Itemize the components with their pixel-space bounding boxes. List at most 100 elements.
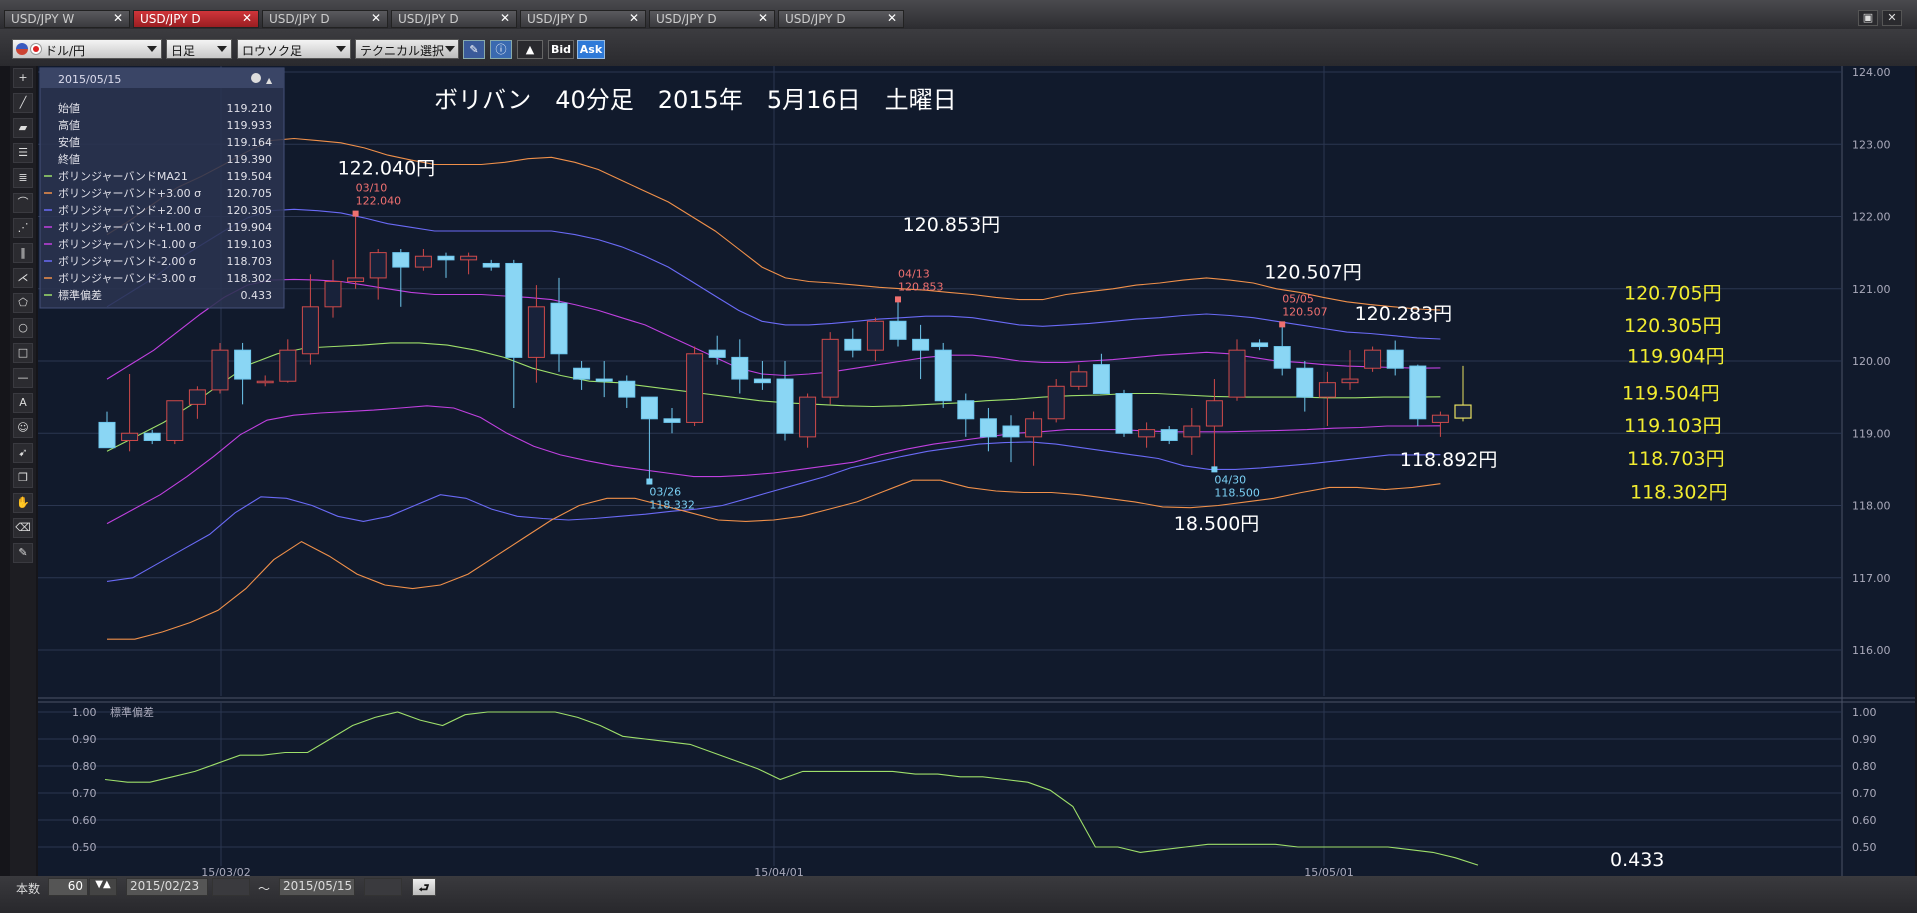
stddev-y-tick-left: 0.50 [72, 841, 97, 854]
date-from-input[interactable]: 2015/02/23 [126, 878, 208, 896]
candle [437, 255, 455, 261]
candle [1273, 346, 1291, 369]
candle [369, 252, 387, 279]
candle [753, 378, 771, 384]
marker-price: 118.500 [1214, 486, 1260, 499]
count-label: 本数 [16, 882, 41, 896]
info-row-value: 118.703 [227, 255, 273, 268]
candle [188, 389, 206, 405]
info-row-value: 119.210 [227, 102, 273, 115]
info-row-label: ボリンジャーバンド-1.00 σ [58, 238, 196, 251]
range-tilde: ～ [258, 882, 271, 896]
stddev-y-tick-right: 0.60 [1852, 814, 1877, 827]
candle [1025, 418, 1043, 438]
last-candle [1454, 404, 1472, 419]
candle [821, 338, 839, 398]
info-row-label: ボリンジャーバンド-3.00 σ [58, 272, 196, 285]
candle [1251, 342, 1269, 348]
info-row-label: ボリンジャーバンド+1.00 σ [58, 221, 201, 234]
stddev-y-tick-right: 0.50 [1852, 841, 1877, 854]
info-panel-date: 2015/05/15 [58, 73, 121, 86]
date-to-input[interactable]: 2015/05/15 [279, 878, 355, 896]
candle [731, 356, 749, 380]
candle [686, 353, 704, 423]
candle [1092, 364, 1110, 395]
info-row-value: 119.164 [227, 136, 273, 149]
candle [618, 380, 636, 398]
info-row-label: 始値 [58, 101, 80, 115]
candle [844, 338, 862, 351]
candle [279, 349, 297, 382]
stddev-y-tick-right: 0.80 [1852, 760, 1877, 773]
candle [1364, 349, 1382, 369]
y-tick-label: 123.00 [1852, 138, 1891, 151]
marker-price: 120.853 [898, 280, 944, 293]
stddev-y-tick-right: 0.70 [1852, 787, 1877, 800]
candle [1070, 371, 1088, 387]
candle [527, 306, 545, 358]
extreme-marker [352, 210, 359, 217]
extreme-marker [1279, 321, 1286, 328]
price-annotation: 18.500円 [1174, 513, 1259, 535]
y-tick-label: 119.00 [1852, 427, 1891, 440]
y-tick-label: 120.00 [1852, 355, 1891, 368]
marker-price: 118.332 [649, 499, 695, 512]
band-value-annotation: 120.305円 [1624, 315, 1722, 337]
info-row-label: ボリンジャーバンド+3.00 σ [58, 187, 201, 200]
band-value-annotation: 118.703円 [1627, 448, 1725, 470]
stepper-arrows-icon: ▼▲ [95, 879, 111, 890]
info-row-value: 119.390 [227, 153, 273, 166]
candle [889, 320, 907, 340]
candle [301, 306, 319, 355]
info-row-value: 119.904 [227, 221, 273, 234]
time-to-input[interactable] [364, 878, 402, 896]
candle [1205, 400, 1223, 427]
stddev-y-tick-left: 0.60 [72, 814, 97, 827]
candle [866, 320, 884, 351]
y-tick-label: 118.00 [1852, 500, 1891, 513]
marker-price: 122.040 [356, 195, 402, 208]
collapse-icon: ▲ [266, 76, 273, 85]
extreme-marker [895, 296, 901, 303]
candle [708, 349, 726, 358]
candle [211, 349, 229, 391]
count-stepper[interactable]: ▼▲ [89, 878, 117, 896]
candle [1431, 414, 1449, 423]
candle [640, 396, 658, 420]
time-from-input[interactable] [212, 878, 250, 896]
candle [460, 255, 478, 261]
candle [595, 378, 613, 382]
info-row-value: 0.433 [241, 289, 273, 302]
band-value-annotation: 118.302円 [1630, 481, 1728, 503]
stddev-label: 標準偏差 [110, 705, 154, 719]
extreme-marker [646, 478, 653, 485]
candle [1160, 429, 1178, 441]
marker-date: 04/13 [898, 267, 930, 280]
extreme-marker [1211, 466, 1218, 473]
count-input[interactable]: 60 [48, 878, 88, 896]
y-tick-label: 116.00 [1852, 644, 1891, 657]
candle [1047, 385, 1065, 420]
info-row-label: 高値 [58, 118, 80, 132]
candle [1296, 367, 1314, 398]
candle [1386, 349, 1404, 369]
band-value-annotation: 119.904円 [1627, 345, 1725, 367]
return-icon: ⮐ [418, 881, 430, 895]
marker-date: 03/26 [649, 486, 681, 499]
candle [912, 338, 930, 351]
candle [166, 400, 184, 441]
candle [392, 252, 410, 268]
chart-svg: 124.00 123.00 122.00 121.00 120.00 119.00 118.… [38, 66, 1915, 879]
info-row-label: 標準偏差 [58, 288, 102, 302]
candle [1115, 393, 1133, 434]
candle [98, 421, 116, 449]
y-tick-label: 122.00 [1852, 211, 1891, 224]
apply-button[interactable]: ⮐ [412, 878, 436, 896]
candle [505, 262, 523, 358]
candle [347, 277, 365, 283]
stddev-y-tick-left: 0.90 [72, 733, 97, 746]
marker-price: 120.507 [1282, 305, 1328, 318]
candle [934, 349, 952, 402]
y-tick-label: 121.00 [1852, 283, 1891, 296]
candle [414, 255, 432, 268]
